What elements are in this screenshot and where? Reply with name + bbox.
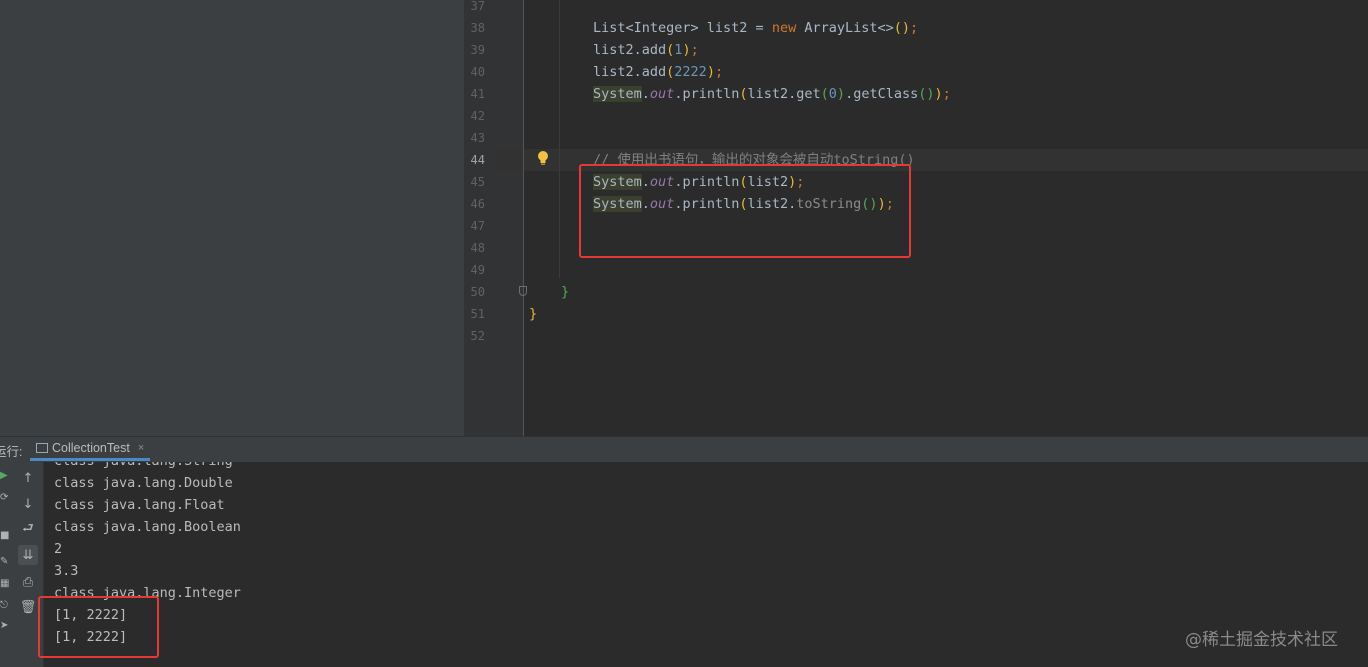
watermark: @稀土掘金技术社区: [1185, 630, 1338, 650]
line-number: 43: [470, 131, 485, 145]
line-number: 49: [470, 263, 485, 277]
project-panel: [0, 0, 464, 436]
line-number: 37: [470, 0, 485, 13]
down-arrow-icon[interactable]: ↓: [18, 494, 38, 514]
closing-brace: }: [529, 306, 538, 322]
print-icon[interactable]: ⎙: [18, 572, 38, 592]
trash-icon[interactable]: 🗑: [18, 597, 38, 617]
paren-token: ): [682, 42, 691, 58]
line-number: 41: [470, 87, 485, 101]
refresh-icon[interactable]: ⟳: [0, 492, 10, 506]
console-line: 3.3: [54, 563, 79, 579]
console-icon: [36, 442, 48, 453]
gutter-divider: [523, 0, 524, 436]
number-token: 0: [828, 86, 837, 102]
code-token: .println: [674, 86, 740, 102]
field-token: out: [649, 86, 675, 102]
indent-guide: [559, 0, 560, 278]
paren-token: ): [706, 64, 715, 80]
code-line: System.out.println(list2.get(0).getClass…: [593, 83, 951, 105]
code-token: ArrayList<>: [796, 20, 894, 36]
pin-icon[interactable]: ➤: [0, 620, 10, 634]
code-token: list2.add: [593, 42, 667, 58]
line-number-current: 44: [470, 153, 485, 167]
line-number: 45: [470, 175, 485, 189]
paren-token: ): [934, 86, 943, 102]
paren-token: ): [836, 86, 846, 102]
highlight-box-output: [38, 596, 159, 658]
code-token: .: [641, 86, 650, 102]
line-number: 46: [470, 197, 485, 211]
code-token: list2.get: [747, 86, 821, 102]
line-number: 47: [470, 219, 485, 233]
wrench-icon[interactable]: ✎: [0, 556, 10, 570]
paren-token: (): [918, 86, 935, 102]
code-line: List<Integer> list2 = new ArrayList<>();: [593, 17, 918, 39]
console-output[interactable]: [44, 462, 1368, 667]
paren-token: (): [893, 20, 911, 36]
rerun-icon[interactable]: ▶: [0, 470, 10, 484]
layout-icon[interactable]: ▦: [0, 578, 10, 592]
up-arrow-icon[interactable]: ↑: [18, 468, 38, 488]
close-icon[interactable]: ×: [138, 442, 144, 454]
highlight-box-code: [579, 164, 911, 258]
semicolon-token: ;: [690, 42, 699, 58]
line-number: 52: [470, 329, 485, 343]
exit-icon[interactable]: ⎋: [0, 600, 10, 614]
soft-wrap-icon[interactable]: ⮐: [18, 520, 38, 540]
semicolon-token: ;: [942, 86, 951, 102]
console-line: 2: [54, 541, 63, 557]
console-line: class java.lang.Boolean: [54, 519, 241, 535]
stop-icon[interactable]: ■: [0, 530, 10, 544]
run-tool-header: [0, 436, 1368, 462]
line-number: 38: [470, 21, 485, 35]
fold-icon[interactable]: [519, 286, 527, 296]
number-token: 2222: [674, 64, 707, 80]
line-number: 51: [470, 307, 485, 321]
code-token: List<Integer> list2 =: [593, 20, 772, 36]
closing-brace: }: [561, 284, 570, 300]
console-line: class java.lang.Double: [54, 475, 233, 491]
system-token: System: [593, 86, 642, 102]
lightbulb-icon[interactable]: [537, 150, 549, 166]
semicolon-token: ;: [910, 20, 919, 36]
semicolon-token: ;: [714, 64, 724, 80]
line-number: 50: [470, 285, 485, 299]
paren-token: (: [820, 86, 829, 102]
tab-label: CollectionTest: [52, 440, 130, 455]
keyword-token: new: [771, 20, 797, 36]
code-token: .getClass: [845, 86, 919, 102]
console-line: class java.lang.Float: [54, 497, 225, 513]
code-token: list2.add: [593, 64, 667, 80]
line-number: 39: [470, 43, 485, 57]
line-number: 42: [470, 109, 485, 123]
line-number: 48: [470, 241, 485, 255]
tab-collection-test[interactable]: CollectionTest ×: [30, 437, 151, 461]
run-window-title: 运行:: [0, 445, 23, 459]
line-number: 40: [470, 65, 485, 79]
scroll-to-end-icon[interactable]: ⇊: [18, 545, 38, 565]
code-line: list2.add(2222);: [593, 61, 723, 83]
code-line: list2.add(1);: [593, 39, 699, 61]
